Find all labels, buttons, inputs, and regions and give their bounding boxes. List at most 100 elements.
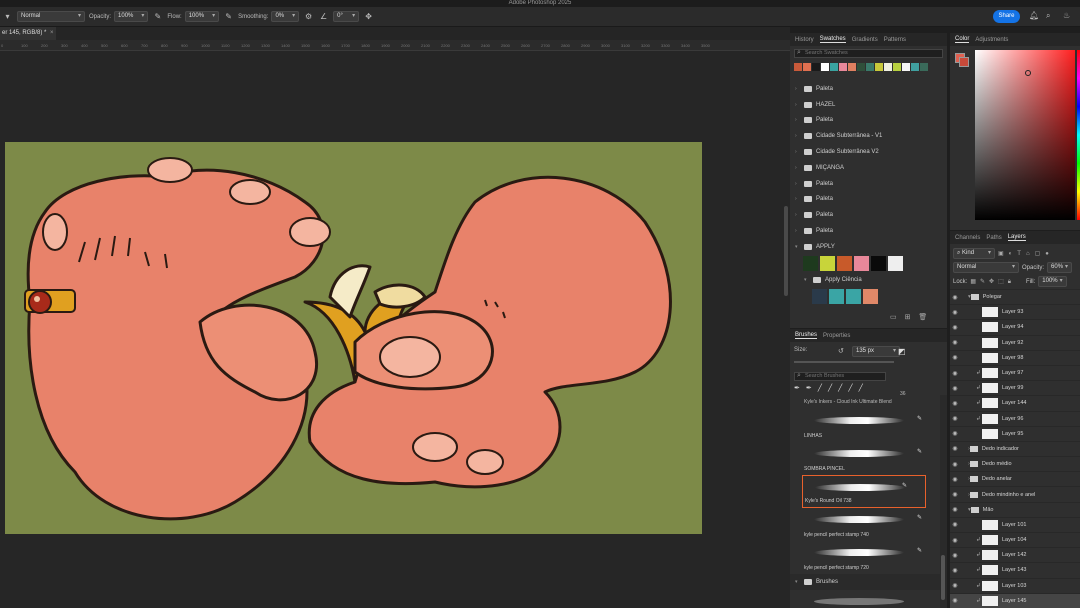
eye-icon[interactable]: ◉ <box>950 294 960 301</box>
layer-row[interactable]: ◉ ↲ Layer 142 <box>950 547 1080 562</box>
chevron-right-icon[interactable]: › <box>795 117 800 123</box>
chevron-right-icon[interactable]: › <box>795 102 800 108</box>
swatch-chip[interactable] <box>875 63 883 71</box>
layer-row[interactable]: ◉ Layer 98 <box>950 349 1080 365</box>
layer-row[interactable]: ◉ ↲ Layer 97 <box>950 364 1080 380</box>
layer-filter-dropdown[interactable]: ⌕ Kind <box>953 248 995 259</box>
brush-size-slider[interactable] <box>794 361 894 363</box>
swatch-chip[interactable] <box>902 63 910 71</box>
swatch-chip[interactable] <box>848 63 856 71</box>
eye-icon[interactable]: ◉ <box>950 506 960 513</box>
layer-opacity-input[interactable]: 60% <box>1047 262 1073 273</box>
swatch-chip[interactable] <box>830 63 838 71</box>
swatch-folder[interactable]: ▾ APPLY <box>790 239 940 255</box>
color-tab-adjustments[interactable]: Adjustments <box>975 37 1008 43</box>
brush-list[interactable]: Kyle's Inkers - Cloud Ink Ultimate Blend… <box>790 395 940 608</box>
brush-item[interactable]: ✎ SOMBRA PINCEL <box>790 442 940 475</box>
layer-row[interactable]: ◉ ↲ Layer 103 <box>950 577 1080 593</box>
swatch-folder[interactable]: › Paleta <box>790 207 940 223</box>
lock-icons[interactable]: ▦✎✥⬚🔒︎ <box>970 278 1015 286</box>
swatch-chip[interactable] <box>820 255 835 271</box>
eye-icon[interactable]: ◉ <box>950 430 960 437</box>
swatch-chip[interactable] <box>854 255 869 271</box>
layer-group-row[interactable]: ◉› Dedo mindinho e anel <box>950 486 1080 501</box>
chevron-right-icon[interactable]: › <box>795 149 800 155</box>
swatch-chip[interactable] <box>920 63 928 71</box>
airbrush-icon[interactable]: ✎ <box>223 11 234 22</box>
brush-item[interactable]: ✎ LINHAS <box>790 409 940 442</box>
chevron-down-icon[interactable]: ▾ <box>795 244 800 250</box>
swatch-subfolder[interactable]: ▾ Apply Ciência <box>790 272 940 288</box>
layer-row[interactable]: ◉ ↲ Layer 145 <box>950 592 1080 608</box>
color-picker-cursor[interactable] <box>1025 70 1031 76</box>
new-group-icon[interactable]: ▭ <box>890 314 897 321</box>
bell-icon[interactable]: 🔔︎ <box>1029 11 1039 20</box>
eye-icon[interactable]: ◉ <box>950 537 960 544</box>
brushes-tab-properties[interactable]: Properties <box>823 333 850 339</box>
layer-filter-icons[interactable]: ▣◐T⌂▢● <box>998 250 1054 257</box>
layer-row[interactable]: ◉ ↲ Layer 104 <box>950 532 1080 547</box>
chevron-right-icon[interactable]: › <box>795 86 800 92</box>
eye-icon[interactable]: ◉ <box>950 309 960 316</box>
eye-icon[interactable]: ◉ <box>950 385 960 392</box>
opacity-dropdown[interactable]: 100% <box>114 11 149 22</box>
artboard[interactable] <box>5 142 702 534</box>
gear-icon[interactable]: ⚙ <box>303 11 314 22</box>
swatches-tab-patterns[interactable]: Patterns <box>884 37 906 43</box>
swatch-chip[interactable] <box>884 63 892 71</box>
brush-preset-icon[interactable]: ▾ <box>2 11 13 22</box>
background-color-chip[interactable] <box>959 57 969 67</box>
discover-icon[interactable]: ♨ <box>1063 11 1070 20</box>
eye-icon[interactable]: ◉ <box>950 445 960 452</box>
swatch-folder[interactable]: › MIÇANGA <box>790 160 940 176</box>
angle-input[interactable]: 0° <box>333 11 360 22</box>
swatches-tab-swatches[interactable]: Swatches <box>819 36 846 43</box>
layer-row[interactable]: ◉ Layer 94 <box>950 319 1080 334</box>
eye-icon[interactable]: ◉ <box>950 461 960 468</box>
swatches-search-input[interactable]: ⌕ Search Swatches <box>794 49 943 58</box>
scrollbar-thumb[interactable] <box>784 206 788 296</box>
swatch-chip[interactable] <box>866 63 874 71</box>
swatch-folder[interactable]: › Cidade Subterrânea - V1 <box>790 128 940 144</box>
brush-preview-toggle-icon[interactable]: ◩ <box>898 347 906 356</box>
eye-icon[interactable]: ◉ <box>950 521 960 528</box>
eye-icon[interactable]: ◉ <box>950 324 960 331</box>
brushes-search-input[interactable]: ⌕ Search Brushes <box>794 372 886 381</box>
brush-size-input[interactable]: 135 px <box>852 346 900 357</box>
scrollbar-thumb[interactable] <box>941 555 945 600</box>
color-picker-field[interactable] <box>975 50 1075 220</box>
brush-group[interactable]: ▾ Brushes <box>790 574 940 590</box>
trash-icon[interactable]: 🗑︎ <box>918 314 927 321</box>
swatch-chip[interactable] <box>812 288 827 304</box>
swatch-chip[interactable] <box>911 63 919 71</box>
smoothing-dropdown[interactable]: 0% <box>271 11 300 22</box>
mode-dropdown[interactable]: Normal <box>17 11 85 22</box>
brush-item[interactable]: ✎ kyle pencil perfect stamp 740 <box>790 508 940 541</box>
eye-icon[interactable]: ◉ <box>950 552 960 559</box>
layer-row[interactable]: ◉ Layer 101 <box>950 516 1080 532</box>
eye-icon[interactable]: ◉ <box>950 370 960 377</box>
layer-row[interactable]: ◉ ↲ Layer 143 <box>950 562 1080 577</box>
chevron-right-icon[interactable]: › <box>795 133 800 139</box>
chevron-right-icon[interactable]: › <box>795 196 800 202</box>
layer-group-row[interactable]: ◉ ▾ Polegar <box>950 289 1080 304</box>
layers-tab-channels[interactable]: Channels <box>955 235 980 241</box>
symmetry-icon[interactable]: ✥ <box>363 11 374 22</box>
swatch-chip[interactable] <box>803 255 818 271</box>
swatch-chip[interactable] <box>871 255 886 271</box>
swatch-folder[interactable]: › HAZEL <box>790 97 940 113</box>
eye-icon[interactable]: ◉ <box>950 597 960 604</box>
layers-tab-paths[interactable]: Paths <box>986 235 1001 241</box>
new-swatch-icon[interactable]: ⊞ <box>905 314 911 321</box>
eye-icon[interactable]: ◉ <box>950 415 960 422</box>
swatch-chip[interactable] <box>812 63 820 71</box>
layer-group-row[interactable]: ◉ ▾ Mão <box>950 501 1080 517</box>
brush-item[interactable]: ✎ Kyle's Round Oil 738 <box>802 475 926 508</box>
swatch-chip[interactable] <box>794 63 802 71</box>
eye-icon[interactable]: ◉ <box>950 491 960 498</box>
swatch-folder[interactable]: › Paleta <box>790 176 940 192</box>
layer-row[interactable]: ◉ Layer 95 <box>950 425 1080 441</box>
eye-icon[interactable]: ◉ <box>950 567 960 574</box>
chevron-right-icon[interactable]: › <box>795 228 800 234</box>
share-button[interactable]: Share <box>993 10 1020 23</box>
